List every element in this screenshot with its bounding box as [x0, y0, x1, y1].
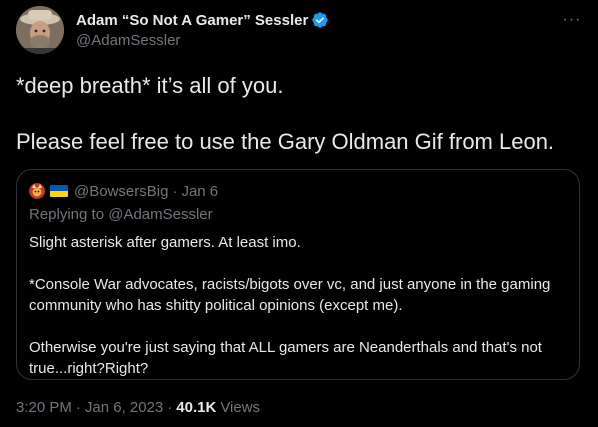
author-display-name[interactable]: Adam “So Not A Gamer” Sessler — [76, 12, 308, 29]
replying-to: Replying to @AdamSessler — [29, 206, 213, 223]
views-count[interactable]: 40.1K — [176, 399, 216, 416]
separator-dot: · — [172, 182, 178, 200]
tweet-text-line: Please feel free to use the Gary Oldman … — [16, 129, 555, 154]
quoted-tweet[interactable]: @BowsersBig · Jan 6 Replying to @AdamSes… — [16, 169, 580, 380]
tweet-time[interactable]: 3:20 PM — [16, 399, 72, 416]
quoted-text-paragraph: Slight asterisk after gamers. At least i… — [29, 234, 301, 251]
quoted-tweet-text: Slight asterisk after gamers. At least i… — [29, 232, 565, 379]
quoted-text-paragraph: *Console War advocates, racists/bigots o… — [29, 276, 551, 314]
tweet-text: *deep breath* it’s all of you. Please fe… — [16, 72, 582, 156]
quoted-author-handle[interactable]: @BowsersBig — [74, 183, 168, 200]
tweet: Adam “So Not A Gamer” Sessler @AdamSessl… — [0, 0, 598, 427]
quoted-text-paragraph: Otherwise you're just saying that ALL ga… — [29, 339, 542, 377]
author-avatar[interactable] — [16, 6, 64, 54]
bowser-avatar-icon — [29, 183, 45, 199]
separator-dot: · — [167, 399, 173, 416]
more-options-icon[interactable]: ··· — [558, 8, 586, 32]
quoted-tweet-date[interactable]: Jan 6 — [181, 183, 218, 200]
separator-dot: · — [75, 399, 81, 416]
author-info: Adam “So Not A Gamer” Sessler @AdamSessl… — [76, 10, 329, 49]
avatar-photo-icon — [16, 6, 64, 54]
tweet-meta: 3:20 PM · Jan 6, 2023 · 40.1K Views — [16, 399, 260, 416]
quoted-tweet-header: @BowsersBig · Jan 6 — [29, 182, 218, 200]
views-label[interactable]: Views — [220, 399, 260, 416]
author-handle[interactable]: @AdamSessler — [76, 32, 329, 49]
quoted-author-avatar[interactable] — [29, 183, 45, 199]
ukraine-flag-icon — [50, 185, 68, 197]
tweet-text-line: *deep breath* it’s all of you. — [16, 73, 284, 98]
tweet-date[interactable]: Jan 6, 2023 — [85, 399, 163, 416]
verified-badge-icon[interactable] — [311, 11, 329, 29]
